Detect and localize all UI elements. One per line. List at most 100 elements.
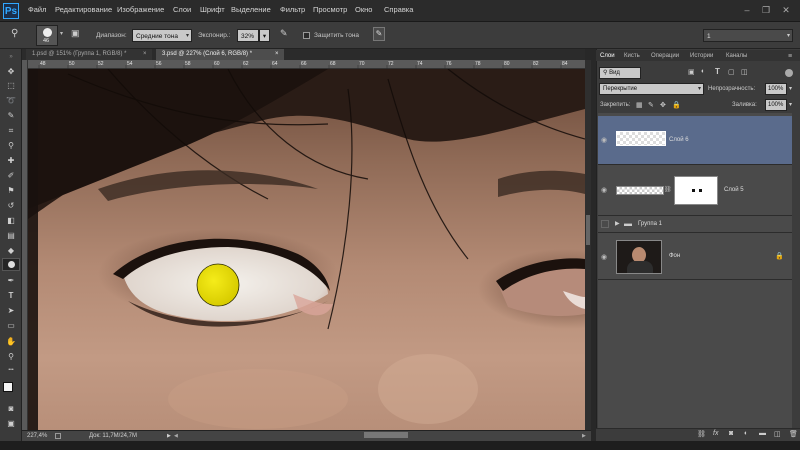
close-icon[interactable]: ×	[143, 49, 147, 60]
layer-row[interactable]: ◉ ⛓ Слой 5	[598, 166, 792, 216]
horizontal-scroll-thumb[interactable]	[364, 432, 408, 438]
export-icon[interactable]	[55, 433, 61, 439]
menu-type[interactable]: Шрифт	[200, 5, 225, 14]
exposure-input[interactable]: 32%	[237, 29, 259, 42]
healing-brush-tool-icon[interactable]: ✚	[3, 154, 19, 167]
path-select-tool-icon[interactable]: ➤	[3, 304, 19, 317]
shape-tool-icon[interactable]: ▭	[3, 319, 19, 332]
minimize-icon[interactable]: –	[741, 5, 753, 15]
vertical-scroll-thumb[interactable]	[586, 215, 590, 245]
brush-preset-picker[interactable]: 46	[36, 25, 58, 46]
screen-mode-icon[interactable]: ▣	[3, 417, 19, 430]
lock-position-icon[interactable]: ✥	[660, 101, 666, 109]
menu-edit[interactable]: Редактирование	[55, 5, 112, 14]
vertical-scrollbar[interactable]	[585, 60, 591, 430]
filter-shape-icon[interactable]: ▢	[728, 68, 735, 76]
menu-view[interactable]: Просмотр	[313, 5, 347, 14]
filter-toggle[interactable]	[785, 69, 793, 77]
lock-image-icon[interactable]: ✎	[648, 101, 654, 109]
toolbar-collapse-icon[interactable]: »	[3, 51, 19, 64]
zoom-tool-icon[interactable]: ⚲	[3, 350, 19, 363]
dodge-tool-icon[interactable]	[2, 258, 20, 271]
menu-select[interactable]: Выделение	[231, 5, 271, 14]
menu-filter[interactable]: Фильтр	[280, 5, 305, 14]
tab-brush[interactable]: Кисть	[624, 53, 640, 59]
tab-channels[interactable]: Каналы	[726, 53, 747, 59]
adjustment-layer-icon[interactable]: ◐	[744, 430, 748, 437]
layer-filter-select[interactable]: ⚲ Вид	[599, 67, 641, 79]
fill-input[interactable]: 100%	[765, 99, 787, 111]
tab-actions[interactable]: Операции	[651, 53, 679, 59]
eye-icon[interactable]: ◉	[601, 186, 607, 194]
blur-tool-icon[interactable]: ◆	[3, 244, 19, 257]
expand-arrow-icon[interactable]: ▶	[615, 220, 620, 227]
close-icon[interactable]: ×	[275, 49, 279, 60]
menu-layers[interactable]: Слои	[173, 5, 191, 14]
tab-document-1[interactable]: 1.psd @ 151% (Группа 1, RGB/8) * ×	[26, 49, 152, 60]
gradient-tool-icon[interactable]: ▤	[3, 229, 19, 242]
marquee-tool-icon[interactable]: ⬚	[3, 79, 19, 92]
filter-type-icon[interactable]: T	[715, 67, 720, 76]
layer-row[interactable]: ◉ Слой 6	[598, 116, 792, 165]
new-group-icon[interactable]: ▬	[759, 430, 766, 437]
tab-document-3[interactable]: 3.psd @ 227% (Слой 6, RGB/8) * ×	[156, 49, 284, 60]
link-layers-icon[interactable]: ⛓	[697, 430, 706, 438]
crop-tool-icon[interactable]: ⌗	[3, 124, 19, 137]
delete-layer-icon[interactable]: 🗑	[789, 430, 798, 438]
opacity-input[interactable]: 100%	[765, 83, 787, 95]
restore-icon[interactable]: ❐	[760, 5, 772, 15]
filter-adjustment-icon[interactable]: ◐	[701, 68, 705, 75]
eraser-tool-icon[interactable]: ◧	[3, 214, 19, 227]
visibility-toggle-empty[interactable]	[601, 220, 609, 228]
foreground-color-swatch[interactable]	[3, 382, 13, 392]
close-icon[interactable]: ✕	[780, 5, 792, 15]
add-mask-icon[interactable]: ◙	[729, 430, 733, 437]
eye-icon[interactable]: ◉	[601, 253, 607, 261]
tab-layers[interactable]: Слои	[600, 53, 615, 59]
brush-tool-icon[interactable]: ✐	[3, 169, 19, 182]
tab-history[interactable]: Истории	[690, 53, 713, 59]
filter-smart-object-icon[interactable]: ◫	[741, 68, 748, 76]
range-select[interactable]: Средние тона ▾	[132, 29, 192, 42]
menu-file[interactable]: Файл	[28, 5, 46, 14]
tool-preset-icon[interactable]: ⚲	[11, 28, 18, 39]
lasso-tool-icon[interactable]: ➰	[3, 94, 19, 107]
panel-menu-icon[interactable]: ≡	[788, 53, 792, 60]
clone-stamp-tool-icon[interactable]: ⚑	[3, 184, 19, 197]
layer-mask-thumbnail[interactable]	[674, 176, 718, 205]
layer-thumbnail	[616, 240, 662, 274]
lock-all-icon[interactable]: 🔒	[672, 101, 681, 109]
blend-mode-select[interactable]: Перекрытие ▾	[599, 83, 704, 95]
lock-transparent-icon[interactable]: ▦	[636, 101, 643, 109]
ruler-tick-label: 80	[504, 61, 510, 67]
hand-tool-icon[interactable]: ✋	[3, 335, 19, 348]
layer-row[interactable]: ◉ Фон 🔒	[598, 234, 792, 280]
workspace-select[interactable]: 1 ▾	[703, 29, 793, 42]
menu-window[interactable]: Окно	[355, 5, 372, 14]
opacity-label: Непрозрачность:	[708, 86, 756, 92]
chevron-down-icon[interactable]: ▾	[789, 101, 792, 108]
layer-style-icon[interactable]: fx	[713, 430, 718, 437]
chevron-down-icon[interactable]: ▾	[789, 85, 792, 92]
quick-select-tool-icon[interactable]: ✎	[3, 109, 19, 122]
history-brush-tool-icon[interactable]: ↺	[3, 199, 19, 212]
eyedropper-tool-icon[interactable]: ⚲	[3, 139, 19, 152]
layer-row[interactable]: ▶ ▬ Группа 1	[598, 217, 792, 233]
pressure-icon[interactable]: ✎	[373, 27, 385, 41]
exposure-chevron-icon[interactable]: ▾	[259, 29, 270, 42]
move-tool-icon[interactable]: ✥	[3, 65, 19, 78]
quick-mask-icon[interactable]: ◙	[3, 402, 19, 415]
brush-chevron-icon[interactable]: ▾	[60, 30, 63, 37]
pen-tool-icon[interactable]: ✒	[3, 274, 19, 287]
document-canvas[interactable]	[28, 69, 585, 430]
brush-panel-icon[interactable]: ▣	[71, 28, 80, 39]
more-tools-icon[interactable]: •••	[3, 364, 19, 377]
new-layer-icon[interactable]: ◫	[774, 430, 781, 438]
type-tool-icon[interactable]: T	[3, 289, 19, 302]
protect-tones-checkbox[interactable]	[303, 32, 310, 39]
menu-image[interactable]: Изображение	[117, 5, 164, 14]
filter-pixel-icon[interactable]: ▣	[688, 68, 695, 76]
airbrush-icon[interactable]: ✎	[280, 28, 288, 39]
menu-help[interactable]: Справка	[384, 5, 413, 14]
eye-icon[interactable]: ◉	[601, 136, 607, 144]
